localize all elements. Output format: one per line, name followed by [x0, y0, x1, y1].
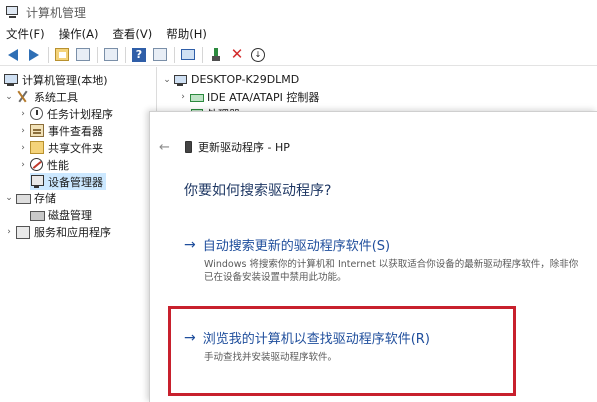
dialog-header: ← 更新驱动程序 - HP	[150, 138, 290, 156]
dialog-title: 更新驱动程序 - HP	[198, 141, 290, 154]
device-label: IDE ATA/ATAPI 控制器	[207, 90, 320, 104]
tree-item-shared-folders[interactable]: › 共享文件夹	[18, 139, 103, 156]
toolbar-separator	[97, 46, 98, 63]
tree-item-label: 事件查看器	[48, 124, 103, 138]
tree-item-storage[interactable]: ⌄ 存储	[4, 189, 56, 206]
tools-icon	[16, 90, 30, 103]
clock-icon	[30, 107, 43, 120]
tree-item-label: 存储	[34, 191, 56, 205]
tree-item-performance[interactable]: › 性能	[18, 156, 69, 173]
browse-label: 浏览我的计算机以查找驱动程序软件(R)	[202, 332, 430, 347]
title-bar: 计算机管理	[0, 0, 597, 24]
uninstall-button[interactable]: ✕	[227, 46, 247, 64]
console-tree: 计算机管理(本地) ⌄ 系统工具 › 任务计划程序 › 事件查看器 › 共享文件…	[0, 67, 157, 402]
back-button[interactable]	[3, 46, 23, 64]
scan-hardware-button[interactable]: ↓	[248, 46, 268, 64]
toolbar: ? ✕ ↓	[0, 44, 597, 66]
auto-search-label: 自动搜索更新的驱动程序软件(S)	[202, 239, 391, 254]
auto-search-description: Windows 将搜索你的计算机和 Internet 以获取适合你设备的最新驱动…	[204, 259, 579, 283]
tree-item-label: 任务计划程序	[47, 107, 113, 121]
arrow-right-icon: →	[184, 329, 196, 346]
tree-item-label: 性能	[47, 158, 69, 172]
window-title: 计算机管理	[26, 5, 87, 20]
browse-link[interactable]: → 浏览我的计算机以查找驱动程序软件(R)	[184, 328, 584, 348]
chevron-right-icon[interactable]: ›	[178, 92, 188, 102]
tree-item-label: 服务和应用程序	[34, 225, 111, 239]
computer-icon	[4, 73, 18, 86]
toolbar-separator	[202, 46, 203, 63]
computer-management-icon	[6, 5, 20, 19]
properties-button[interactable]	[73, 46, 93, 64]
menu-action[interactable]: 操作(A)	[52, 26, 106, 42]
arrow-left-icon	[8, 48, 18, 61]
tree-item-task-scheduler[interactable]: › 任务计划程序	[18, 105, 113, 122]
auto-search-link[interactable]: → 自动搜索更新的驱动程序软件(S)	[184, 235, 584, 255]
device-manager-icon	[30, 175, 44, 188]
red-x-icon: ✕	[230, 45, 244, 63]
tree-item-root[interactable]: 计算机管理(本地)	[4, 71, 108, 88]
tree-item-label: 设备管理器	[48, 175, 103, 189]
chevron-down-icon[interactable]: ⌄	[162, 75, 172, 85]
ide-controller-icon	[190, 91, 204, 103]
tree-item-disk-management[interactable]: 磁盘管理	[30, 206, 92, 223]
menu-view[interactable]: 查看(V)	[105, 26, 159, 42]
toolbar-separator	[125, 46, 126, 63]
device-icon	[185, 141, 192, 153]
browse-description: 手动查找并安装驱动程序软件。	[204, 352, 338, 363]
help-icon: ?	[132, 47, 146, 62]
tree-item-label: 计算机管理(本地)	[22, 73, 108, 87]
back-arrow-icon[interactable]: ←	[159, 140, 173, 155]
properties-icon	[76, 48, 90, 61]
chevron-right-icon[interactable]: ›	[18, 109, 28, 119]
tree-item-label: 系统工具	[34, 90, 78, 104]
monitor-icon	[181, 49, 195, 60]
chevron-right-icon[interactable]: ›	[18, 160, 28, 170]
browse-option[interactable]: → 浏览我的计算机以查找驱动程序软件(R) 手动查找并安装驱动程序软件。	[184, 328, 584, 364]
dialog-question: 你要如何搜索驱动程序?	[184, 183, 332, 199]
monitor-button[interactable]	[178, 46, 198, 64]
auto-search-option[interactable]: → 自动搜索更新的驱动程序软件(S) Windows 将搜索你的计算机和 Int…	[184, 235, 584, 284]
chevron-right-icon[interactable]: ›	[18, 143, 28, 153]
folder-icon	[55, 48, 69, 61]
device-node-ide[interactable]: › IDE ATA/ATAPI 控制器	[178, 88, 319, 105]
chevron-down-icon[interactable]: ⌄	[4, 193, 14, 203]
menu-bar: 文件(F) 操作(A) 查看(V) 帮助(H)	[0, 24, 597, 44]
tree-item-system-tools[interactable]: ⌄ 系统工具	[4, 88, 78, 105]
computer-icon	[174, 74, 187, 86]
console-tree-icon	[153, 48, 167, 61]
tree-item-event-viewer[interactable]: › 事件查看器	[18, 122, 103, 139]
tree-item-device-manager[interactable]: 设备管理器	[30, 173, 106, 190]
download-icon: ↓	[251, 47, 265, 62]
shared-folder-icon	[30, 141, 44, 154]
services-icon	[16, 225, 30, 239]
up-folder-button[interactable]	[52, 46, 72, 64]
device-label: DESKTOP-K29DLMD	[191, 73, 300, 86]
help-button[interactable]: ?	[129, 46, 149, 64]
forward-button[interactable]	[24, 46, 44, 64]
event-log-icon	[30, 124, 44, 137]
performance-icon	[30, 158, 43, 171]
view-icon	[104, 48, 118, 61]
menu-file[interactable]: 文件(F)	[0, 26, 52, 42]
update-driver-dialog: ← 更新驱动程序 - HP 你要如何搜索驱动程序? → 自动搜索更新的驱动程序软…	[149, 111, 597, 402]
toolbar-separator	[174, 46, 175, 63]
usb-driver-icon	[211, 47, 221, 62]
tree-item-label: 磁盘管理	[48, 208, 92, 222]
tree-item-label: 共享文件夹	[48, 141, 103, 155]
storage-icon	[16, 191, 31, 204]
chevron-right-icon[interactable]: ›	[4, 227, 14, 237]
view-button[interactable]	[101, 46, 121, 64]
chevron-right-icon[interactable]: ›	[18, 126, 28, 136]
disk-icon	[30, 208, 45, 221]
arrow-right-icon	[29, 48, 39, 61]
chevron-down-icon[interactable]: ⌄	[4, 92, 14, 102]
arrow-right-icon: →	[184, 236, 196, 253]
toolbar-separator	[48, 46, 49, 63]
menu-help[interactable]: 帮助(H)	[159, 26, 214, 42]
tree-item-services[interactable]: › 服务和应用程序	[4, 223, 111, 240]
update-driver-button[interactable]	[206, 46, 226, 64]
device-node-computer[interactable]: ⌄ DESKTOP-K29DLMD	[162, 71, 299, 88]
show-hide-button[interactable]	[150, 46, 170, 64]
